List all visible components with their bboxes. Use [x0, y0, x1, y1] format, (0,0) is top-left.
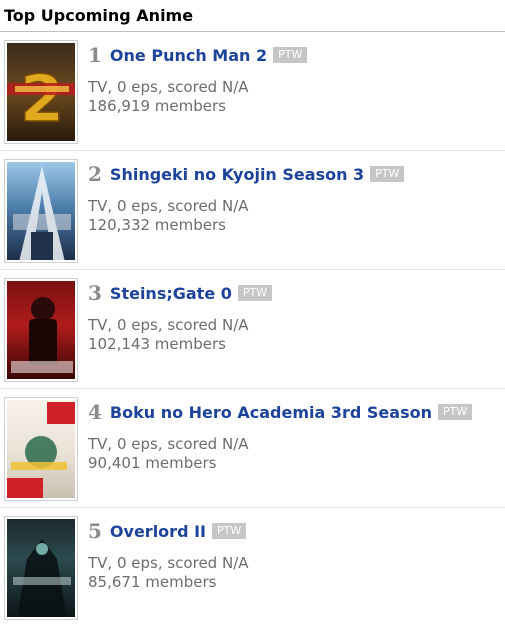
anime-poster-thumbnail[interactable] — [4, 516, 78, 620]
anime-title-link[interactable]: One Punch Man 2 — [110, 46, 267, 65]
list-item: 2 1 One Punch Man 2 PTW TV, 0 eps, score… — [0, 32, 505, 151]
list-item: 2 Shingeki no Kyojin Season 3 PTW TV, 0 … — [0, 151, 505, 270]
anime-type-line: TV, 0 eps, scored N/A — [88, 78, 249, 96]
list-item: 3 Steins;Gate 0 PTW TV, 0 eps, scored N/… — [0, 270, 505, 389]
anime-title-link[interactable]: Steins;Gate 0 — [110, 284, 232, 303]
anime-poster-thumbnail[interactable] — [4, 278, 78, 382]
rank-number: 2 — [88, 162, 102, 186]
anime-poster-thumbnail[interactable] — [4, 159, 78, 263]
rank-number: 3 — [88, 281, 102, 305]
ptw-badge[interactable]: PTW — [273, 47, 308, 63]
rank-number: 5 — [88, 519, 102, 543]
anime-list: 2 1 One Punch Man 2 PTW TV, 0 eps, score… — [0, 32, 505, 627]
poster-image — [7, 281, 75, 379]
members-count: 120,332 members — [88, 216, 226, 234]
anime-type-line: TV, 0 eps, scored N/A — [88, 554, 249, 572]
rank-number: 4 — [88, 400, 102, 424]
ptw-badge[interactable]: PTW — [212, 523, 247, 539]
poster-image: 2 — [7, 43, 75, 141]
poster-image — [7, 162, 75, 260]
members-count: 85,671 members — [88, 573, 217, 591]
list-item: 4 Boku no Hero Academia 3rd Season PTW T… — [0, 389, 505, 508]
widget-title: Top Upcoming Anime — [0, 0, 505, 32]
anime-type-line: TV, 0 eps, scored N/A — [88, 197, 249, 215]
anime-title-link[interactable]: Shingeki no Kyojin Season 3 — [110, 165, 364, 184]
members-count: 186,919 members — [88, 97, 226, 115]
ptw-badge[interactable]: PTW — [370, 166, 405, 182]
anime-title-link[interactable]: Boku no Hero Academia 3rd Season — [110, 403, 432, 422]
ptw-badge[interactable]: PTW — [437, 404, 473, 420]
anime-type-line: TV, 0 eps, scored N/A — [88, 435, 249, 453]
anime-title-link[interactable]: Overlord II — [110, 522, 206, 541]
members-count: 102,143 members — [88, 335, 226, 353]
members-count: 90,401 members — [88, 454, 217, 472]
svg-text:2: 2 — [20, 63, 65, 137]
list-item: 5 Overlord II PTW TV, 0 eps, scored N/A … — [0, 508, 505, 627]
ptw-badge[interactable]: PTW — [237, 285, 273, 301]
anime-poster-thumbnail[interactable] — [4, 397, 78, 501]
anime-type-line: TV, 0 eps, scored N/A — [88, 316, 249, 334]
rank-number: 1 — [88, 43, 102, 67]
poster-image — [7, 400, 75, 498]
poster-image — [7, 519, 75, 617]
top-upcoming-anime-widget: Top Upcoming Anime 2 1 One Punch Man 2 P… — [0, 0, 505, 640]
anime-poster-thumbnail[interactable]: 2 — [4, 40, 78, 144]
